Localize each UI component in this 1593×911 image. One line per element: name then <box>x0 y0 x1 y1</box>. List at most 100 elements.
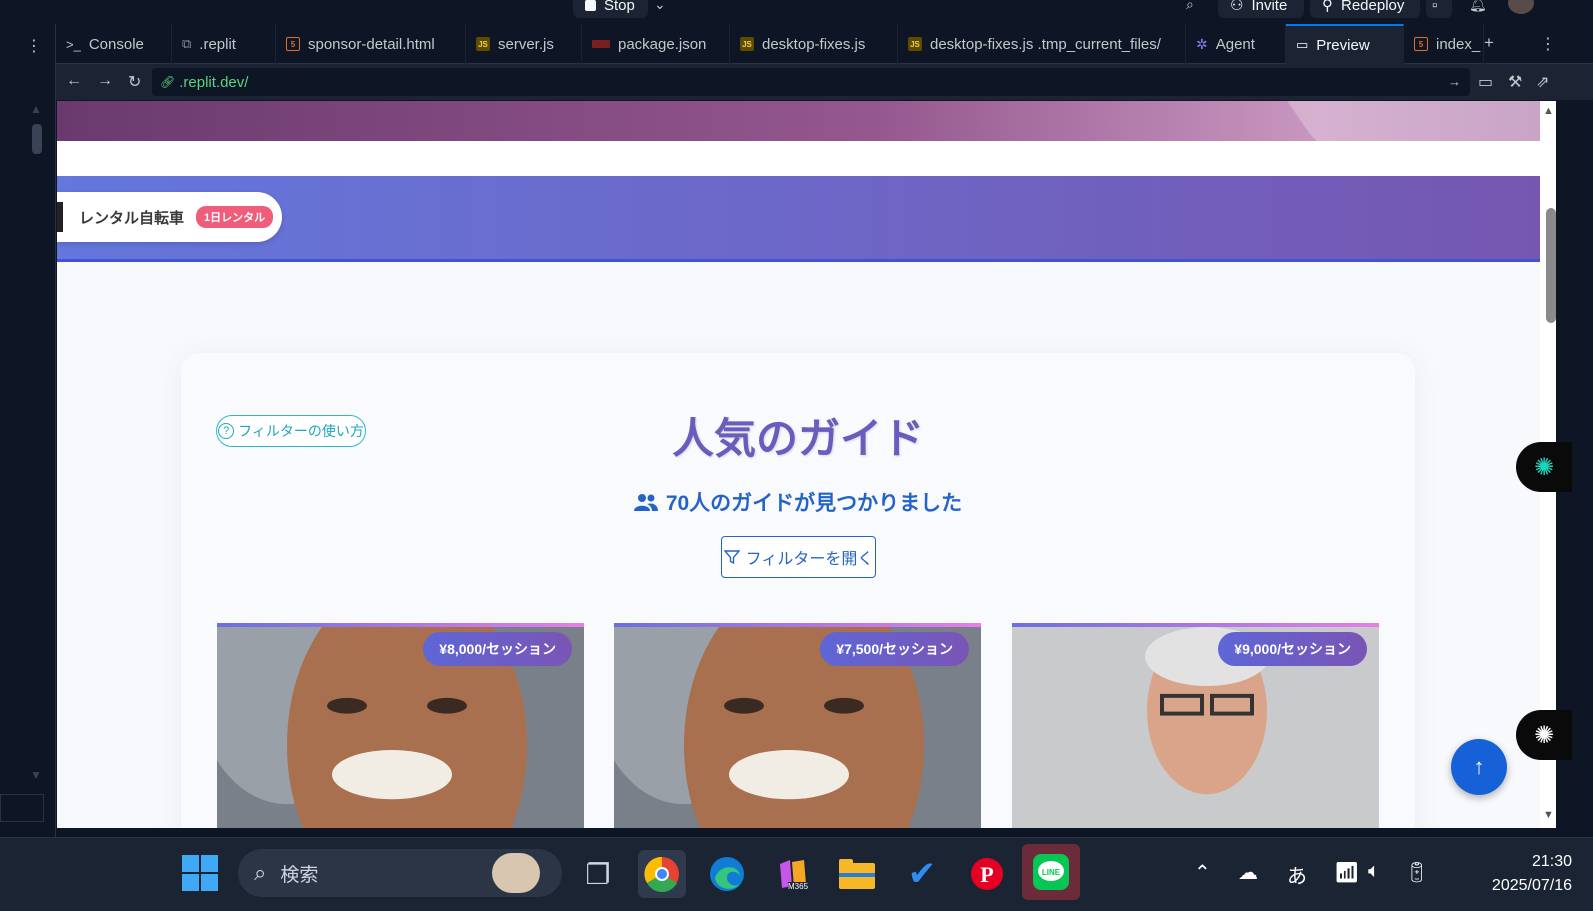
guide-card[interactable]: ¥8,000/セッション <box>217 623 584 828</box>
avatar[interactable] <box>1508 0 1534 14</box>
file-explorer-icon[interactable] <box>833 850 881 898</box>
preview-viewport: レンタル自転車 1日レンタル 人気のガイド ? フィルターの使い方 70人のガイ… <box>57 101 1540 828</box>
js-file-icon: JS <box>476 37 490 51</box>
go-icon[interactable]: → <box>1448 74 1461 89</box>
reload-icon[interactable]: ↻ <box>128 72 141 92</box>
agent-icon: ✲ <box>1196 35 1208 52</box>
js-file-icon: JS <box>740 37 754 51</box>
left-rail: ⋮ ▲ ▼ <box>0 24 56 837</box>
chrome-icon[interactable] <box>638 850 686 898</box>
tab-preview[interactable]: ▭ Preview <box>1286 24 1404 64</box>
tab-bar: >_ Console ⧉ .replit 5 sponsor-detail.ht… <box>56 24 1593 64</box>
chatgpt-icon[interactable]: ✺ <box>1516 710 1572 760</box>
stop-label: Stop <box>604 0 635 14</box>
volume-icon[interactable]: 🔈︎ <box>1368 860 1380 883</box>
tab-label: package.json <box>618 35 707 53</box>
search-highlight-image <box>492 853 540 893</box>
battery-icon[interactable]: 🔋︎ <box>1404 860 1429 885</box>
guide-count: 70人のガイドが見つかりました <box>181 487 1415 517</box>
hero-image <box>57 101 1540 141</box>
devtools-icon[interactable]: ⚒ <box>1508 72 1522 92</box>
new-tab-icon[interactable]: + <box>1484 33 1494 53</box>
scroll-up-icon[interactable]: ▲ <box>1543 105 1554 117</box>
user-icon: ⚇ <box>1230 0 1244 14</box>
tab-index[interactable]: 5 index_ <box>1404 24 1484 64</box>
tab-server-js[interactable]: JS server.js <box>466 24 582 64</box>
scroll-down-icon[interactable]: ▼ <box>1543 809 1554 821</box>
chip-edge <box>57 202 63 232</box>
filter-help-button[interactable]: ? フィルターの使い方 <box>216 415 366 447</box>
more-vertical-icon[interactable]: ⋮ <box>1540 34 1556 54</box>
tab-label: desktop-fixes.js <box>762 35 866 53</box>
section-title: 人気のガイド <box>671 415 924 462</box>
arrow-up-icon: ↑ <box>1473 754 1485 779</box>
device-icon[interactable]: ▭ <box>1478 72 1493 92</box>
invite-button[interactable]: ⚇ Invite <box>1218 0 1304 18</box>
guide-card[interactable]: ¥7,500/セッション <box>614 623 981 828</box>
ime-indicator[interactable]: あ <box>1287 860 1307 889</box>
filter-icon <box>723 550 740 565</box>
tab-label: .replit <box>199 35 236 53</box>
tab-replit[interactable]: ⧉ .replit <box>172 24 276 64</box>
scroll-up-icon[interactable]: ▲ <box>30 102 42 116</box>
extensions-button[interactable]: ▫ <box>1426 0 1452 18</box>
forward-icon[interactable]: → <box>97 72 113 90</box>
taskbar-search[interactable]: ⌕ 検索 <box>238 849 562 897</box>
rail-input[interactable] <box>0 794 44 822</box>
tab-sponsor-detail[interactable]: 5 sponsor-detail.html <box>276 24 466 64</box>
tab-label: Console <box>88 35 144 53</box>
scroll-to-top-button[interactable]: ↑ <box>1451 739 1507 795</box>
m365-label: M365 <box>788 882 809 891</box>
preview-toolbar: ← → ↻ 🔗︎ .replit.dev/ → ▭ ⚒ ⇗ <box>56 64 1593 100</box>
tab-desktop-fixes-tmp[interactable]: JS desktop-fixes.js .tmp_current_files/ <box>898 24 1186 64</box>
task-view-icon[interactable]: ❐ <box>574 850 622 898</box>
line-icon[interactable]: LINE <box>1022 844 1080 900</box>
wifi-icon[interactable]: 📶︎ <box>1334 860 1359 885</box>
onedrive-icon[interactable]: ☁ <box>1238 860 1258 885</box>
category-band: レンタル自転車 1日レンタル <box>57 176 1540 262</box>
spacer <box>57 141 1540 176</box>
chevron-up-icon[interactable]: ⌃ <box>1194 860 1211 885</box>
pinterest-icon[interactable]: P <box>963 850 1011 898</box>
popular-guides-section: 人気のガイド ? フィルターの使い方 70人のガイドが見つかりました フィルター… <box>181 353 1415 828</box>
more-vertical-icon[interactable]: ⋮ <box>26 36 42 56</box>
price-badge: ¥8,000/セッション <box>423 632 572 666</box>
html-file-icon: 5 <box>286 37 300 51</box>
chevron-down-icon[interactable]: ⌄ <box>654 0 666 13</box>
clock[interactable]: 21:30 2025/07/16 <box>1452 850 1572 898</box>
url-field[interactable]: 🔗︎ .replit.dev/ <box>152 68 1470 96</box>
rail-scrollbar-thumb[interactable] <box>32 124 42 154</box>
search-icon[interactable]: ⌕ <box>1186 0 1194 13</box>
tab-desktop-fixes[interactable]: JS desktop-fixes.js <box>730 24 898 64</box>
ai-assistant-icon[interactable]: ✺ <box>1516 442 1572 492</box>
url-text: .replit.dev/ <box>179 73 249 91</box>
price-badge: ¥7,500/セッション <box>820 632 969 666</box>
open-filter-label: フィルターを開く <box>745 551 874 568</box>
terminal-icon: >_ <box>66 36 81 52</box>
tab-package-json[interactable]: package.json <box>582 24 730 64</box>
users-icon <box>633 494 658 511</box>
redeploy-button[interactable]: ⚲ Redeploy <box>1310 0 1420 18</box>
open-external-icon[interactable]: ⇗ <box>1536 72 1549 92</box>
tab-label: desktop-fixes.js .tmp_current_files/ <box>930 35 1161 53</box>
edge-icon[interactable] <box>703 850 751 898</box>
m365-copilot-icon[interactable]: M365 <box>768 850 816 898</box>
todo-icon[interactable]: ✔ <box>898 850 946 898</box>
bell-icon[interactable]: 🔔︎ <box>1469 0 1487 13</box>
scrollbar-thumb[interactable] <box>1546 208 1556 323</box>
tab-label: Preview <box>1316 36 1370 54</box>
scroll-down-icon[interactable]: ▼ <box>30 768 42 782</box>
back-icon[interactable]: ← <box>66 72 82 90</box>
windows-taskbar: ⌕ 検索 ❐ M365 ✔ P LINE ⌃ ☁ あ 📶︎ 🔈︎ 🔋︎ 21:3… <box>0 837 1593 911</box>
windows-start-icon[interactable] <box>182 855 218 891</box>
tab-agent[interactable]: ✲ Agent <box>1186 24 1286 64</box>
open-filter-button[interactable]: フィルターを開く <box>721 536 876 578</box>
category-chip[interactable]: レンタル自転車 1日レンタル <box>57 192 282 242</box>
guide-card[interactable]: ¥9,000/セッション <box>1012 623 1379 828</box>
tab-label: index_ <box>1436 35 1481 53</box>
clock-time: 21:30 <box>1531 853 1572 870</box>
stop-button[interactable]: Stop <box>573 0 648 18</box>
stop-icon <box>585 0 596 11</box>
redeploy-label: Redeploy <box>1341 0 1405 14</box>
tab-console[interactable]: >_ Console <box>56 24 172 64</box>
